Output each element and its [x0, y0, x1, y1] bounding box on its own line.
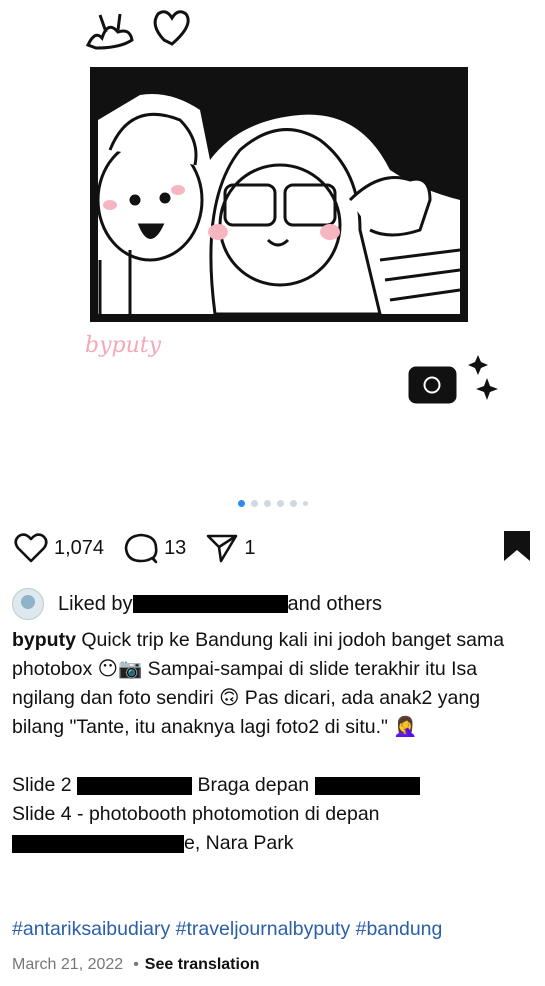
save-button[interactable]: [503, 530, 531, 567]
caption-username[interactable]: byputy: [12, 629, 76, 651]
carousel-dot: [276, 500, 284, 507]
liker-avatar[interactable]: [12, 588, 44, 620]
sparkle-icon: [468, 355, 488, 375]
illustration: byputy: [85, 10, 498, 404]
share-action[interactable]: 1: [206, 533, 255, 563]
redacted-username: [132, 595, 288, 613]
send-icon[interactable]: [206, 533, 238, 563]
carousel-dot: [302, 501, 308, 506]
redacted-mention[interactable]: [314, 776, 420, 795]
like-action[interactable]: 1,074: [14, 533, 104, 563]
liked-by-row[interactable]: Liked by and others: [12, 588, 535, 620]
carousel-dot: [263, 500, 271, 507]
slide2-label: Slide 2: [12, 774, 72, 796]
heart-doodle-icon: [153, 10, 190, 46]
carousel-indicator: [0, 500, 545, 510]
caption: byputy Quick trip ke Bandung kali ini jo…: [12, 626, 531, 858]
comment-count[interactable]: 13: [164, 537, 186, 560]
post-date: March 21, 2022: [12, 956, 124, 973]
share-count[interactable]: 1: [244, 537, 255, 560]
liked-by-prefix: Liked by: [58, 592, 133, 615]
bookmark-icon[interactable]: [503, 530, 531, 562]
carousel-dot: [250, 500, 258, 507]
carousel-dot: [289, 500, 297, 507]
sparkle-icon: [476, 378, 498, 400]
heart-icon[interactable]: [14, 533, 48, 563]
footer-separator: •: [133, 956, 139, 973]
caption-slide2: Slide 2 Braga depan: [12, 771, 531, 800]
comment-action[interactable]: 13: [124, 532, 186, 564]
hashtags[interactable]: #antariksaibudiary #traveljournalbyputy …: [12, 918, 535, 941]
slide2-text: Braga depan: [192, 774, 315, 796]
post-image[interactable]: byputy: [0, 0, 545, 492]
post-footer: March 21, 2022 • See translation: [12, 956, 260, 974]
camera-doodle-icon: [408, 366, 457, 404]
caption-text: Quick trip ke Bandung kali ini jodoh ban…: [12, 629, 505, 738]
signature-text: byputy: [85, 333, 162, 358]
like-count[interactable]: 1,074: [54, 537, 104, 560]
slide4-suffix: e, Nara Park: [184, 832, 294, 854]
bunny-doodle-icon: [85, 13, 134, 50]
redacted-mention[interactable]: [12, 834, 184, 853]
liked-by-suffix: and others: [287, 592, 383, 615]
carousel-dot-active: [237, 500, 245, 507]
action-bar: 1,074 13 1: [14, 530, 531, 566]
redacted-text: [77, 776, 193, 795]
caption-slide4: Slide 4 - photobooth photomotion di depa…: [12, 803, 380, 825]
see-translation-link[interactable]: See translation: [145, 956, 260, 974]
caption-slide4-location: e, Nara Park: [12, 829, 531, 858]
comment-icon[interactable]: [124, 532, 158, 564]
